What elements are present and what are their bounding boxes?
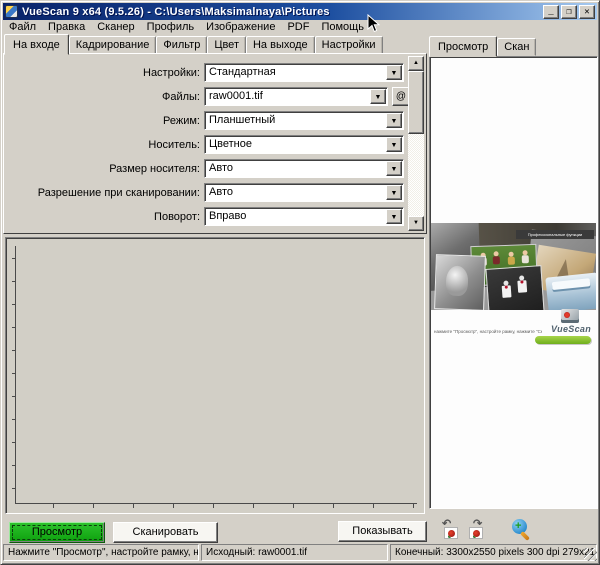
- status-result: Конечный: 3300x2550 pixels 300 dpi 279x2…: [390, 544, 597, 561]
- app-icon: [5, 5, 18, 18]
- page-caption: нажмите "Просмотр", настройте рамку, наж…: [434, 329, 542, 334]
- logo-ribbon: [535, 336, 591, 344]
- rotate-right-button[interactable]: ↷: [467, 518, 487, 541]
- maximize-icon[interactable]: ❐: [561, 4, 577, 19]
- photo-thumb-icon: [444, 527, 458, 539]
- vertical-ruler: [12, 246, 16, 504]
- chevron-down-icon[interactable]: ▼: [386, 137, 402, 152]
- tab-preview[interactable]: Просмотр: [429, 36, 498, 57]
- minimize-icon[interactable]: _: [543, 4, 559, 19]
- mode-label: Режим:: [163, 114, 200, 127]
- title-bar: VueScan 9 x64 (9.5.26) - C:\Users\Maksim…: [3, 3, 597, 20]
- banner-text: Профессиональные функции: [516, 230, 594, 239]
- scroll-up-icon[interactable]: ▲: [408, 56, 424, 71]
- mode-select[interactable]: Планшетный ▼: [204, 111, 404, 130]
- menu-image[interactable]: Изображение: [200, 20, 281, 34]
- tab-input[interactable]: На входе: [4, 34, 69, 55]
- menu-scanner[interactable]: Сканер: [91, 20, 140, 34]
- files-select[interactable]: raw0001.tif ▼: [204, 87, 388, 106]
- magnifier-handle: [520, 531, 530, 541]
- vuescan-window: VueScan 9 x64 (9.5.26) - C:\Users\Maksim…: [0, 0, 600, 565]
- chevron-down-icon[interactable]: ▼: [386, 65, 402, 80]
- photo-two-boys: [485, 265, 545, 310]
- scrollbar-thumb[interactable]: [408, 71, 424, 134]
- scan-resolution-select[interactable]: Авто ▼: [204, 183, 404, 202]
- chevron-down-icon[interactable]: ▼: [386, 113, 402, 128]
- vuescan-logo: VueScan: [533, 309, 591, 349]
- tab-output[interactable]: На выходе: [245, 36, 315, 54]
- scroll-down-icon[interactable]: ▼: [408, 216, 424, 231]
- tab-prefs[interactable]: Настройки: [314, 36, 383, 54]
- menu-edit[interactable]: Правка: [42, 20, 91, 34]
- rotation-label: Поворот:: [154, 210, 200, 223]
- plus-icon: +: [515, 520, 522, 532]
- photo-thumb-icon: [469, 527, 483, 539]
- menu-help[interactable]: Помощь: [315, 20, 370, 34]
- rotation-select[interactable]: Вправо ▼: [204, 207, 404, 226]
- resize-grip[interactable]: [584, 548, 597, 561]
- menu-bar: Файл Правка Сканер Профиль Изображение P…: [3, 20, 597, 34]
- files-label: Файлы:: [161, 90, 200, 103]
- crop-canvas[interactable]: [5, 237, 425, 514]
- tab-scan[interactable]: Скан: [497, 38, 537, 56]
- zoom-in-button[interactable]: +: [510, 519, 534, 543]
- tab-filter[interactable]: Фильтр: [156, 36, 208, 54]
- scanner-logo-icon: [561, 309, 579, 323]
- chevron-down-icon[interactable]: ▼: [370, 89, 386, 104]
- tab-crop[interactable]: Кадрирование: [68, 36, 157, 54]
- status-bar: Нажмите "Просмотр", настройте рамку, наж…: [3, 544, 597, 561]
- photo-scanner: [545, 272, 596, 310]
- media-size-label: Размер носителя:: [109, 162, 200, 175]
- chevron-down-icon[interactable]: ▼: [386, 161, 402, 176]
- settings-tab-strip: На входе Кадрирование Фильтр Цвет На вых…: [4, 33, 383, 55]
- photo-dog: [434, 254, 486, 310]
- scan-button[interactable]: Сканировать: [113, 522, 218, 543]
- chevron-down-icon[interactable]: ▼: [386, 209, 402, 224]
- tab-color[interactable]: Цвет: [207, 36, 246, 54]
- media-label: Носитель:: [148, 138, 200, 151]
- options-label: Настройки:: [143, 66, 200, 79]
- input-settings-panel: Настройки: Стандартная ▼ Файлы: raw0001.…: [3, 53, 427, 234]
- menu-file[interactable]: Файл: [3, 20, 42, 34]
- media-select[interactable]: Цветное ▼: [204, 135, 404, 154]
- horizontal-ruler: [15, 503, 417, 508]
- show-button[interactable]: Показывать: [338, 521, 427, 542]
- preview-page[interactable]: SWA Профессиональные функции нажмите "Пр…: [429, 56, 598, 509]
- status-source: Исходный: raw0001.tif: [201, 544, 388, 561]
- menu-pdf[interactable]: PDF: [281, 20, 315, 34]
- settings-scrollbar[interactable]: ▲ ▼: [408, 56, 424, 231]
- preview-image: SWA Профессиональные функции: [431, 223, 596, 310]
- status-hint: Нажмите "Просмотр", настройте рамку, наж…: [3, 544, 199, 561]
- scan-resolution-label: Разрешение при сканировании:: [37, 186, 200, 199]
- menu-profile[interactable]: Профиль: [141, 20, 201, 34]
- mouse-cursor: [367, 14, 380, 33]
- media-size-select[interactable]: Авто ▼: [204, 159, 404, 178]
- chevron-down-icon[interactable]: ▼: [386, 185, 402, 200]
- window-title: VueScan 9 x64 (9.5.26) - C:\Users\Maksim…: [22, 5, 330, 18]
- close-icon[interactable]: ✕: [579, 4, 595, 19]
- preview-button[interactable]: Просмотр: [9, 522, 105, 543]
- options-select[interactable]: Стандартная ▼: [204, 63, 404, 82]
- rotate-left-button[interactable]: ↶: [442, 518, 462, 541]
- preview-tab-strip: Просмотр Скан: [429, 35, 537, 57]
